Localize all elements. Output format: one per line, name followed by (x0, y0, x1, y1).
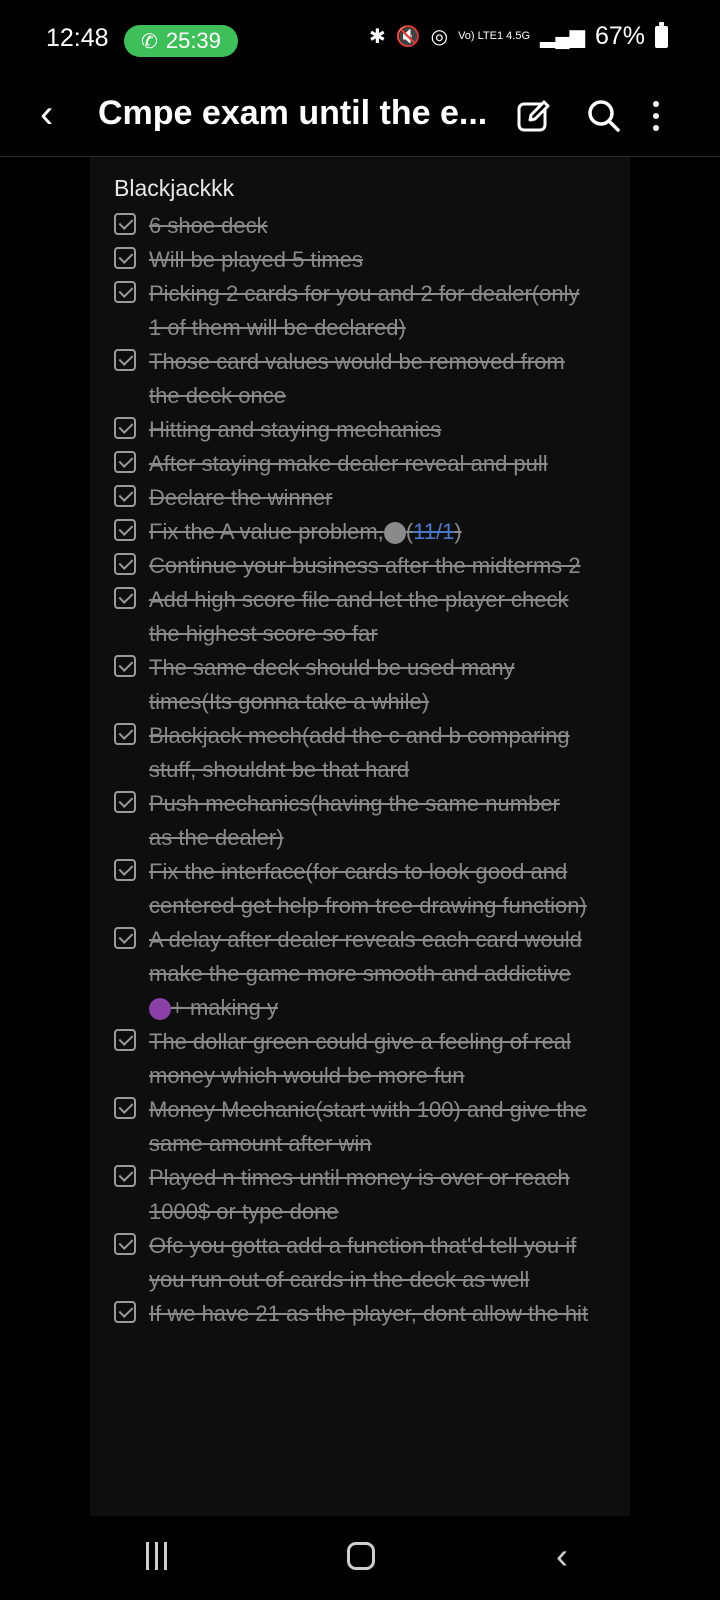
note-title[interactable]: Blackjackkk (114, 175, 234, 202)
checkbox-checked[interactable] (114, 281, 136, 303)
checklist-item-text[interactable]: Fix the interface(for cards to look good… (149, 855, 589, 923)
checkbox-checked[interactable] (114, 213, 136, 235)
checkbox-checked[interactable] (114, 553, 136, 575)
checklist-item: Played n times until money is over or re… (114, 1161, 614, 1229)
checklist-item-text[interactable]: Continue your business after the midterm… (149, 549, 589, 583)
note-heading: Cmpe exam until the e... (98, 94, 488, 132)
checklist-item: A delay after dealer reveals each card w… (114, 923, 614, 1025)
checkbox-checked[interactable] (114, 655, 136, 677)
navigation-bar: ‹ (0, 1516, 720, 1600)
checklist-item: Will be played 5 times (114, 243, 614, 277)
checklist-item: Hitting and staying mechanics (114, 413, 614, 447)
status-bar: 12:48 ✆ 25:39 ✱ 🔇 ◎ Vo) LTE1 4.5G ▂▄▆ 67… (0, 0, 720, 80)
checkbox-checked[interactable] (114, 417, 136, 439)
checklist-item: Fix the A value problem, (11/1) (114, 515, 614, 549)
checkbox-checked[interactable] (114, 1301, 136, 1323)
phone-icon: ✆ (141, 30, 158, 53)
checklist-item-text[interactable]: Blackjack mech(add the c and b comparing… (149, 719, 589, 787)
checklist-item: The dollar green could give a feeling of… (114, 1025, 614, 1093)
app-bar: ‹ Cmpe exam until the e... (0, 80, 720, 157)
devil-emoji-icon (149, 998, 171, 1021)
note-page[interactable]: Blackjackkk 6 shoe deck Will be played 5… (90, 157, 630, 1517)
checklist-item: After staying make dealer reveal and pul… (114, 447, 614, 481)
checkbox-checked[interactable] (114, 451, 136, 473)
checkbox-checked[interactable] (114, 927, 136, 949)
search-icon[interactable] (584, 96, 624, 136)
item-text-before: Fix the A value problem, (149, 519, 384, 544)
status-icons: ✱ 🔇 ◎ Vo) LTE1 4.5G ▂▄▆ 67% (368, 21, 668, 51)
checklist-item: 6 shoe deck (114, 209, 614, 243)
checklist-item-text[interactable]: Add high score file and let the player c… (149, 583, 589, 651)
checklist-item-text[interactable]: Those card values would be removed from … (149, 345, 589, 413)
checklist-item-text[interactable]: Ofc you gotta add a function that'd tell… (149, 1229, 589, 1297)
call-timer-pill[interactable]: ✆ 25:39 (124, 25, 238, 57)
checklist-item-text[interactable]: Will be played 5 times (149, 243, 589, 277)
battery-icon (655, 21, 668, 48)
checklist-item: Picking 2 cards for you and 2 for dealer… (114, 277, 614, 345)
checklist-item: Declare the winner (114, 481, 614, 515)
mute-icon: 🔇 (395, 26, 421, 48)
checklist-item-text[interactable]: Picking 2 cards for you and 2 for dealer… (149, 277, 589, 345)
checklist-item: Push mechanics(having the same number as… (114, 787, 614, 855)
date-link[interactable]: 11/1 (413, 519, 454, 544)
call-timer: 25:39 (165, 28, 221, 53)
checklist: 6 shoe deck Will be played 5 times Picki… (114, 209, 614, 1331)
item-text-before: A delay after dealer reveals each card w… (149, 927, 582, 986)
checkbox-checked[interactable] (114, 349, 136, 371)
checkbox-checked[interactable] (114, 485, 136, 507)
checklist-item-text[interactable]: The same deck should be used many times(… (149, 651, 589, 719)
checkbox-checked[interactable] (114, 1097, 136, 1119)
checkbox-checked[interactable] (114, 247, 136, 269)
checkbox-checked[interactable] (114, 519, 136, 541)
home-icon[interactable] (347, 1542, 375, 1570)
checklist-item-text[interactable]: A delay after dealer reveals each card w… (149, 923, 589, 1025)
checklist-item: Those card values would be removed from … (114, 345, 614, 413)
hotspot-icon: ◎ (430, 26, 449, 48)
item-text-end: ) (454, 519, 462, 544)
more-icon[interactable] (646, 96, 666, 136)
network-indicator: Vo) LTE1 4.5G (458, 30, 531, 42)
checklist-item: Fix the interface(for cards to look good… (114, 855, 614, 923)
checkbox-checked[interactable] (114, 1165, 136, 1187)
skull-emoji-icon (383, 522, 406, 545)
bluetooth-icon: ✱ (368, 26, 386, 48)
checklist-item-text[interactable]: Hitting and staying mechanics (149, 413, 589, 447)
nav-back-icon[interactable]: ‹ (556, 1538, 576, 1574)
item-text-after: + making y (171, 995, 278, 1020)
checklist-item-text[interactable]: 6 shoe deck (149, 209, 589, 243)
checklist-item: If we have 21 as the player, dont allow … (114, 1297, 614, 1331)
battery-percent: 67% (594, 22, 645, 50)
checkbox-checked[interactable] (114, 587, 136, 609)
status-time: 12:48 (46, 24, 109, 52)
checklist-item: Continue your business after the midterm… (114, 549, 614, 583)
checklist-item-text[interactable]: Push mechanics(having the same number as… (149, 787, 589, 855)
signal-icon: ▂▄▆ (540, 26, 585, 48)
checklist-item: The same deck should be used many times(… (114, 651, 614, 719)
checkbox-checked[interactable] (114, 723, 136, 745)
checklist-item-text[interactable]: After staying make dealer reveal and pul… (149, 447, 589, 481)
checkbox-checked[interactable] (114, 1029, 136, 1051)
checklist-item: Add high score file and let the player c… (114, 583, 614, 651)
checkbox-checked[interactable] (114, 859, 136, 881)
checklist-item-text[interactable]: If we have 21 as the player, dont allow … (149, 1297, 589, 1331)
recents-icon[interactable] (146, 1542, 172, 1572)
edit-icon[interactable] (514, 96, 554, 136)
checklist-item: Money Mechanic(start with 100) and give … (114, 1093, 614, 1161)
checklist-item-text[interactable]: Played n times until money is over or re… (149, 1161, 589, 1229)
checklist-item-text[interactable]: The dollar green could give a feeling of… (149, 1025, 589, 1093)
checklist-item: Blackjack mech(add the c and b comparing… (114, 719, 614, 787)
checkbox-checked[interactable] (114, 1233, 136, 1255)
back-icon[interactable]: ‹ (40, 92, 80, 140)
checklist-item-text[interactable]: Money Mechanic(start with 100) and give … (149, 1093, 589, 1161)
checkbox-checked[interactable] (114, 791, 136, 813)
checklist-item: Ofc you gotta add a function that'd tell… (114, 1229, 614, 1297)
checklist-item-text[interactable]: Fix the A value problem, (11/1) (149, 515, 589, 549)
checklist-item-text[interactable]: Declare the winner (149, 481, 589, 515)
